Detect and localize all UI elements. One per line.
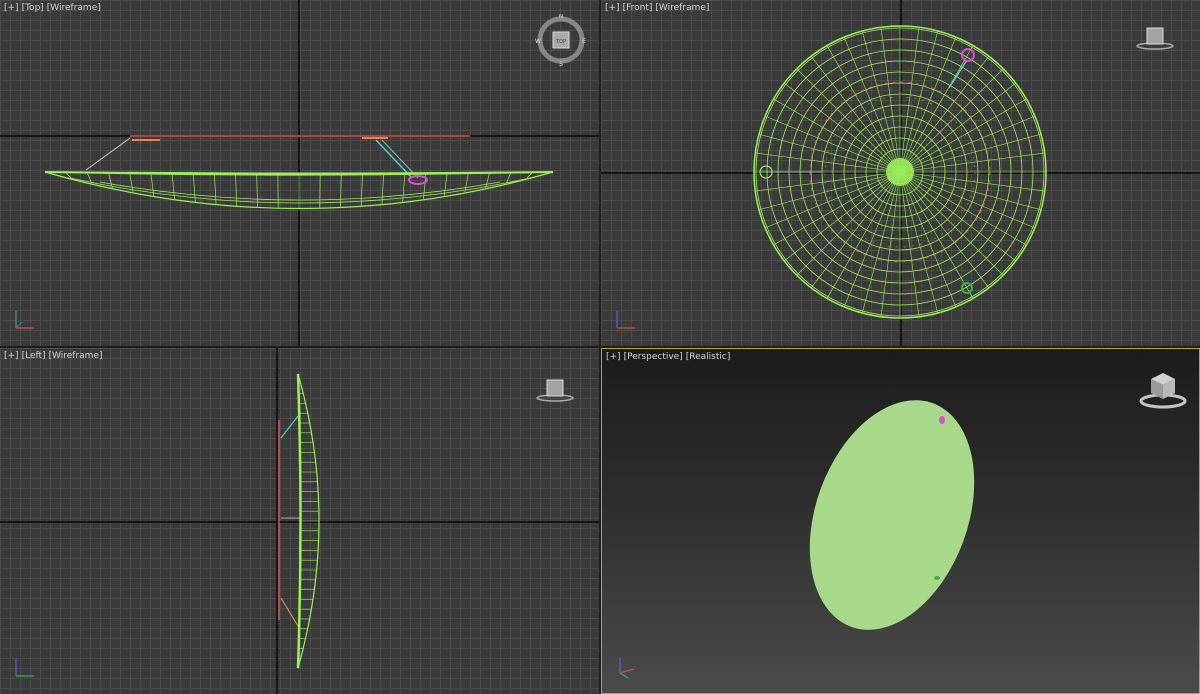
viewport-menu-plus[interactable]: [+] xyxy=(606,352,621,362)
dish-rim xyxy=(296,373,302,669)
viewport-left[interactable]: [+] [Left] [Wireframe] xyxy=(0,348,599,694)
green-marker xyxy=(934,576,940,580)
viewport-top[interactable]: TOP N S E W [+] [Top] [Wireframe] xyxy=(0,0,599,346)
viewport-label-perspective[interactable]: [+] [Perspective] [Realistic] xyxy=(606,352,733,363)
viewcube[interactable] xyxy=(1138,369,1188,411)
viewport-perspective[interactable]: [+] [Perspective] [Realistic] xyxy=(601,348,1200,694)
viewport-shading-mode[interactable]: [Wireframe] xyxy=(49,351,103,361)
axis-gizmo xyxy=(619,658,635,679)
compass-north: N xyxy=(559,14,564,20)
dish-rim xyxy=(44,171,554,175)
compass-south: S xyxy=(559,61,563,66)
axis-gizmo xyxy=(15,659,34,677)
support-rod-orange xyxy=(280,597,299,627)
support-rod-cyan xyxy=(280,415,299,439)
perspective-scene xyxy=(809,400,975,630)
axis-gizmo xyxy=(15,311,34,329)
viewport-view-name[interactable]: [Left] xyxy=(22,351,46,361)
dish-shaded xyxy=(809,400,975,630)
viewcube[interactable] xyxy=(1135,22,1175,52)
viewport-front[interactable]: [+] [Front] [Wireframe] xyxy=(601,0,1200,346)
support-rod-left xyxy=(85,137,131,171)
top-view-scene xyxy=(44,135,554,210)
viewcube[interactable] xyxy=(535,374,575,404)
dish-center-hub xyxy=(886,158,914,186)
viewport-view-name[interactable]: [Top] xyxy=(22,3,44,13)
viewport-menu-plus[interactable]: [+] xyxy=(605,3,620,13)
magenta-marker xyxy=(939,416,945,424)
compass-west: W xyxy=(535,38,541,45)
viewport-shading-mode[interactable]: [Wireframe] xyxy=(655,3,709,13)
front-view-scene xyxy=(753,25,1047,319)
axis-gizmo xyxy=(616,311,635,329)
viewcube-top-face-label: TOP xyxy=(555,39,566,45)
viewport-menu-plus[interactable]: [+] xyxy=(4,3,19,13)
viewport-view-name[interactable]: [Front] xyxy=(623,3,653,13)
viewport-shading-mode[interactable]: [Wireframe] xyxy=(47,3,101,13)
viewport-label-front[interactable]: [+] [Front] [Wireframe] xyxy=(605,3,712,14)
magenta-marker xyxy=(408,175,428,185)
left-view-scene xyxy=(278,373,320,669)
viewport-view-name[interactable]: [Perspective] xyxy=(624,352,683,362)
viewcube-compass[interactable]: TOP N S E W xyxy=(535,14,587,66)
compass-east: E xyxy=(582,38,586,45)
viewport-label-left[interactable]: [+] [Left] [Wireframe] xyxy=(4,351,106,362)
viewport-shading-mode[interactable]: [Realistic] xyxy=(686,352,731,362)
viewport-label-top[interactable]: [+] [Top] [Wireframe] xyxy=(4,3,104,14)
viewport-menu-plus[interactable]: [+] xyxy=(4,351,19,361)
dish-ring xyxy=(69,177,531,204)
